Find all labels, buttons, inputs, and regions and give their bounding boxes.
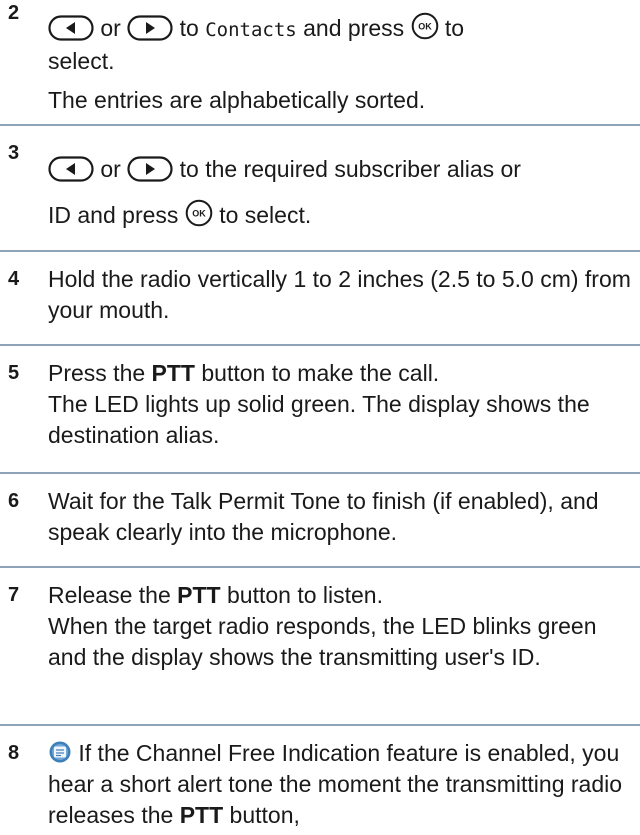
step-number: 6 bbox=[8, 490, 20, 512]
right-arrow-key-icon bbox=[127, 156, 173, 182]
step-7: 7 Release the PTT button to listen. When… bbox=[0, 568, 640, 726]
text-to: to bbox=[179, 15, 199, 41]
step-text: button, bbox=[229, 802, 300, 828]
step-number: 3 bbox=[8, 142, 20, 164]
text-select: select. bbox=[48, 48, 115, 74]
text-to-2: to bbox=[444, 15, 465, 41]
step-note: The entries are alphabetically sorted. bbox=[48, 87, 426, 113]
step-5: 5 Press the PTT button to make the call.… bbox=[0, 346, 640, 474]
step-body: or to Contacts and press OK to select. T… bbox=[48, 12, 636, 116]
ptt-button-label: PTT bbox=[151, 360, 195, 386]
step-text: Wait for the Talk Permit Tone to finish … bbox=[48, 488, 599, 545]
ok-button-icon: OK bbox=[185, 199, 213, 227]
ptt-button-label: PTT bbox=[179, 802, 224, 828]
svg-text:OK: OK bbox=[418, 22, 432, 32]
step-number: 8 bbox=[8, 742, 20, 764]
step-text: ID and press bbox=[48, 202, 179, 228]
step-3: 3 or to the required subscriber alias or… bbox=[0, 126, 640, 252]
step-text: Release the bbox=[48, 582, 171, 608]
text-or: or bbox=[100, 156, 121, 182]
left-arrow-key-icon bbox=[48, 156, 94, 182]
step-result: The LED lights up solid green. The displ… bbox=[48, 391, 590, 448]
menu-item-contacts: Contacts bbox=[205, 19, 297, 41]
ok-button-icon: OK bbox=[411, 12, 438, 40]
step-number: 4 bbox=[8, 268, 20, 290]
step-number: 5 bbox=[8, 362, 20, 384]
step-6: 6 Wait for the Talk Permit Tone to finis… bbox=[0, 474, 640, 568]
ptt-button-label: PTT bbox=[177, 582, 221, 608]
text-or: or bbox=[100, 15, 121, 41]
step-body: or to the required subscriber alias or I… bbox=[48, 154, 636, 231]
step-4: 4 Hold the radio vertically 1 to 2 inche… bbox=[0, 252, 640, 346]
step-text: to the required subscriber alias or bbox=[179, 156, 521, 182]
step-text: Press the bbox=[48, 360, 146, 386]
step-text: If the Channel Free Indication feature i… bbox=[48, 740, 623, 828]
procedure-steps: 2 or to Contacts and press OK to select.… bbox=[0, 0, 640, 835]
right-arrow-key-icon bbox=[127, 15, 173, 41]
step-text: Hold the radio vertically 1 to 2 inches … bbox=[48, 266, 631, 323]
step-text: to select. bbox=[219, 202, 312, 228]
step-number: 7 bbox=[8, 584, 20, 606]
step-result: When the target radio responds, the LED … bbox=[48, 613, 597, 670]
step-8: 8 If the Channel Free Indication feature… bbox=[0, 726, 640, 835]
channel-free-indication-icon bbox=[49, 741, 71, 763]
text-and-press: and press bbox=[303, 15, 405, 41]
step-number: 2 bbox=[8, 2, 20, 24]
step-text: button to listen. bbox=[226, 582, 383, 608]
step-2: 2 or to Contacts and press OK to select.… bbox=[0, 0, 640, 126]
step-text: button to make the call. bbox=[201, 360, 440, 386]
svg-text:OK: OK bbox=[192, 209, 206, 219]
left-arrow-key-icon bbox=[48, 15, 94, 41]
